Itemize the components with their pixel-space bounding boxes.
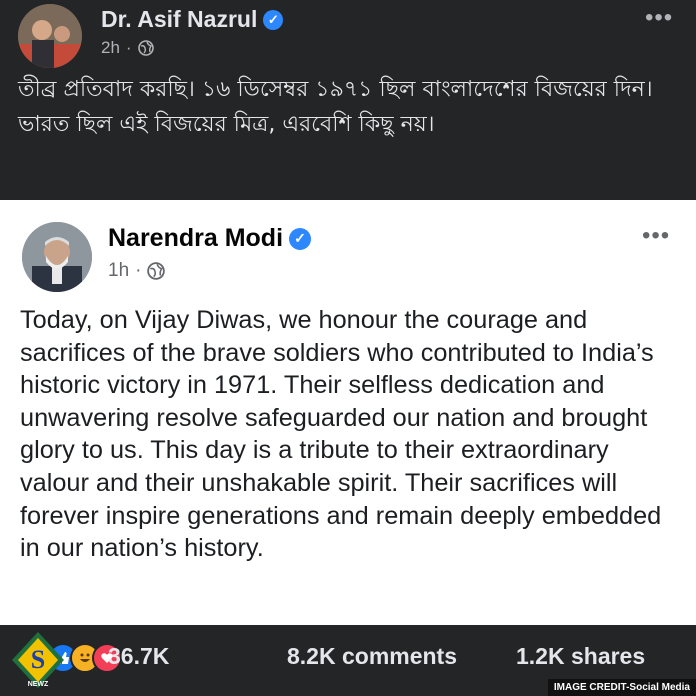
avatar-photo: [18, 4, 82, 68]
image-credit: IMAGE CREDIT-Social Media: [547, 679, 696, 696]
globe-icon: [137, 40, 154, 56]
svg-text:S: S: [31, 645, 45, 674]
separator-dot: ·: [135, 260, 142, 281]
avatar-photo: [22, 222, 92, 292]
verified-badge-icon: ✓: [289, 227, 312, 250]
comments-count[interactable]: 8.2K comments: [287, 643, 457, 670]
author-name[interactable]: Dr. Asif Nazrul ✓: [101, 6, 284, 33]
author-avatar[interactable]: [18, 4, 82, 68]
globe-icon: [147, 262, 166, 280]
post-body: তীব্র প্রতিবাদ করছি। ১৬ ডিসেম্বর ১৯৭১ ছি…: [18, 77, 653, 137]
shares-count[interactable]: 1.2K shares: [516, 643, 645, 670]
newz-logo-icon: S NEWZ: [12, 632, 64, 688]
author-name-text[interactable]: Dr. Asif Nazrul: [101, 6, 257, 33]
more-options-icon[interactable]: •••: [645, 4, 673, 32]
shared-post-timestamp[interactable]: 1h ·: [108, 260, 166, 282]
verified-badge-icon: ✓: [263, 9, 284, 30]
top-post: Dr. Asif Nazrul ✓ 2h · ••• তীব্র প্রতিবা…: [0, 0, 696, 200]
shared-post-body: Today, on Vijay Diwas, we honour the cou…: [20, 306, 662, 563]
post-timestamp[interactable]: 2h ·: [101, 38, 154, 58]
more-options-icon[interactable]: •••: [642, 222, 670, 250]
reaction-count[interactable]: 36.7K: [108, 643, 169, 670]
separator-dot: ·: [125, 38, 132, 57]
shared-author-name-text[interactable]: Narendra Modi: [108, 224, 283, 253]
svg-text:NEWZ: NEWZ: [28, 681, 49, 688]
shared-author-avatar[interactable]: [22, 222, 92, 292]
timestamp-text[interactable]: 1h: [108, 260, 129, 282]
shared-post-card[interactable]: Narendra Modi ✓ 1h · ••• Today, on Vijay…: [0, 200, 696, 625]
timestamp-text[interactable]: 2h: [101, 38, 120, 58]
shared-author-name[interactable]: Narendra Modi ✓: [108, 224, 312, 253]
